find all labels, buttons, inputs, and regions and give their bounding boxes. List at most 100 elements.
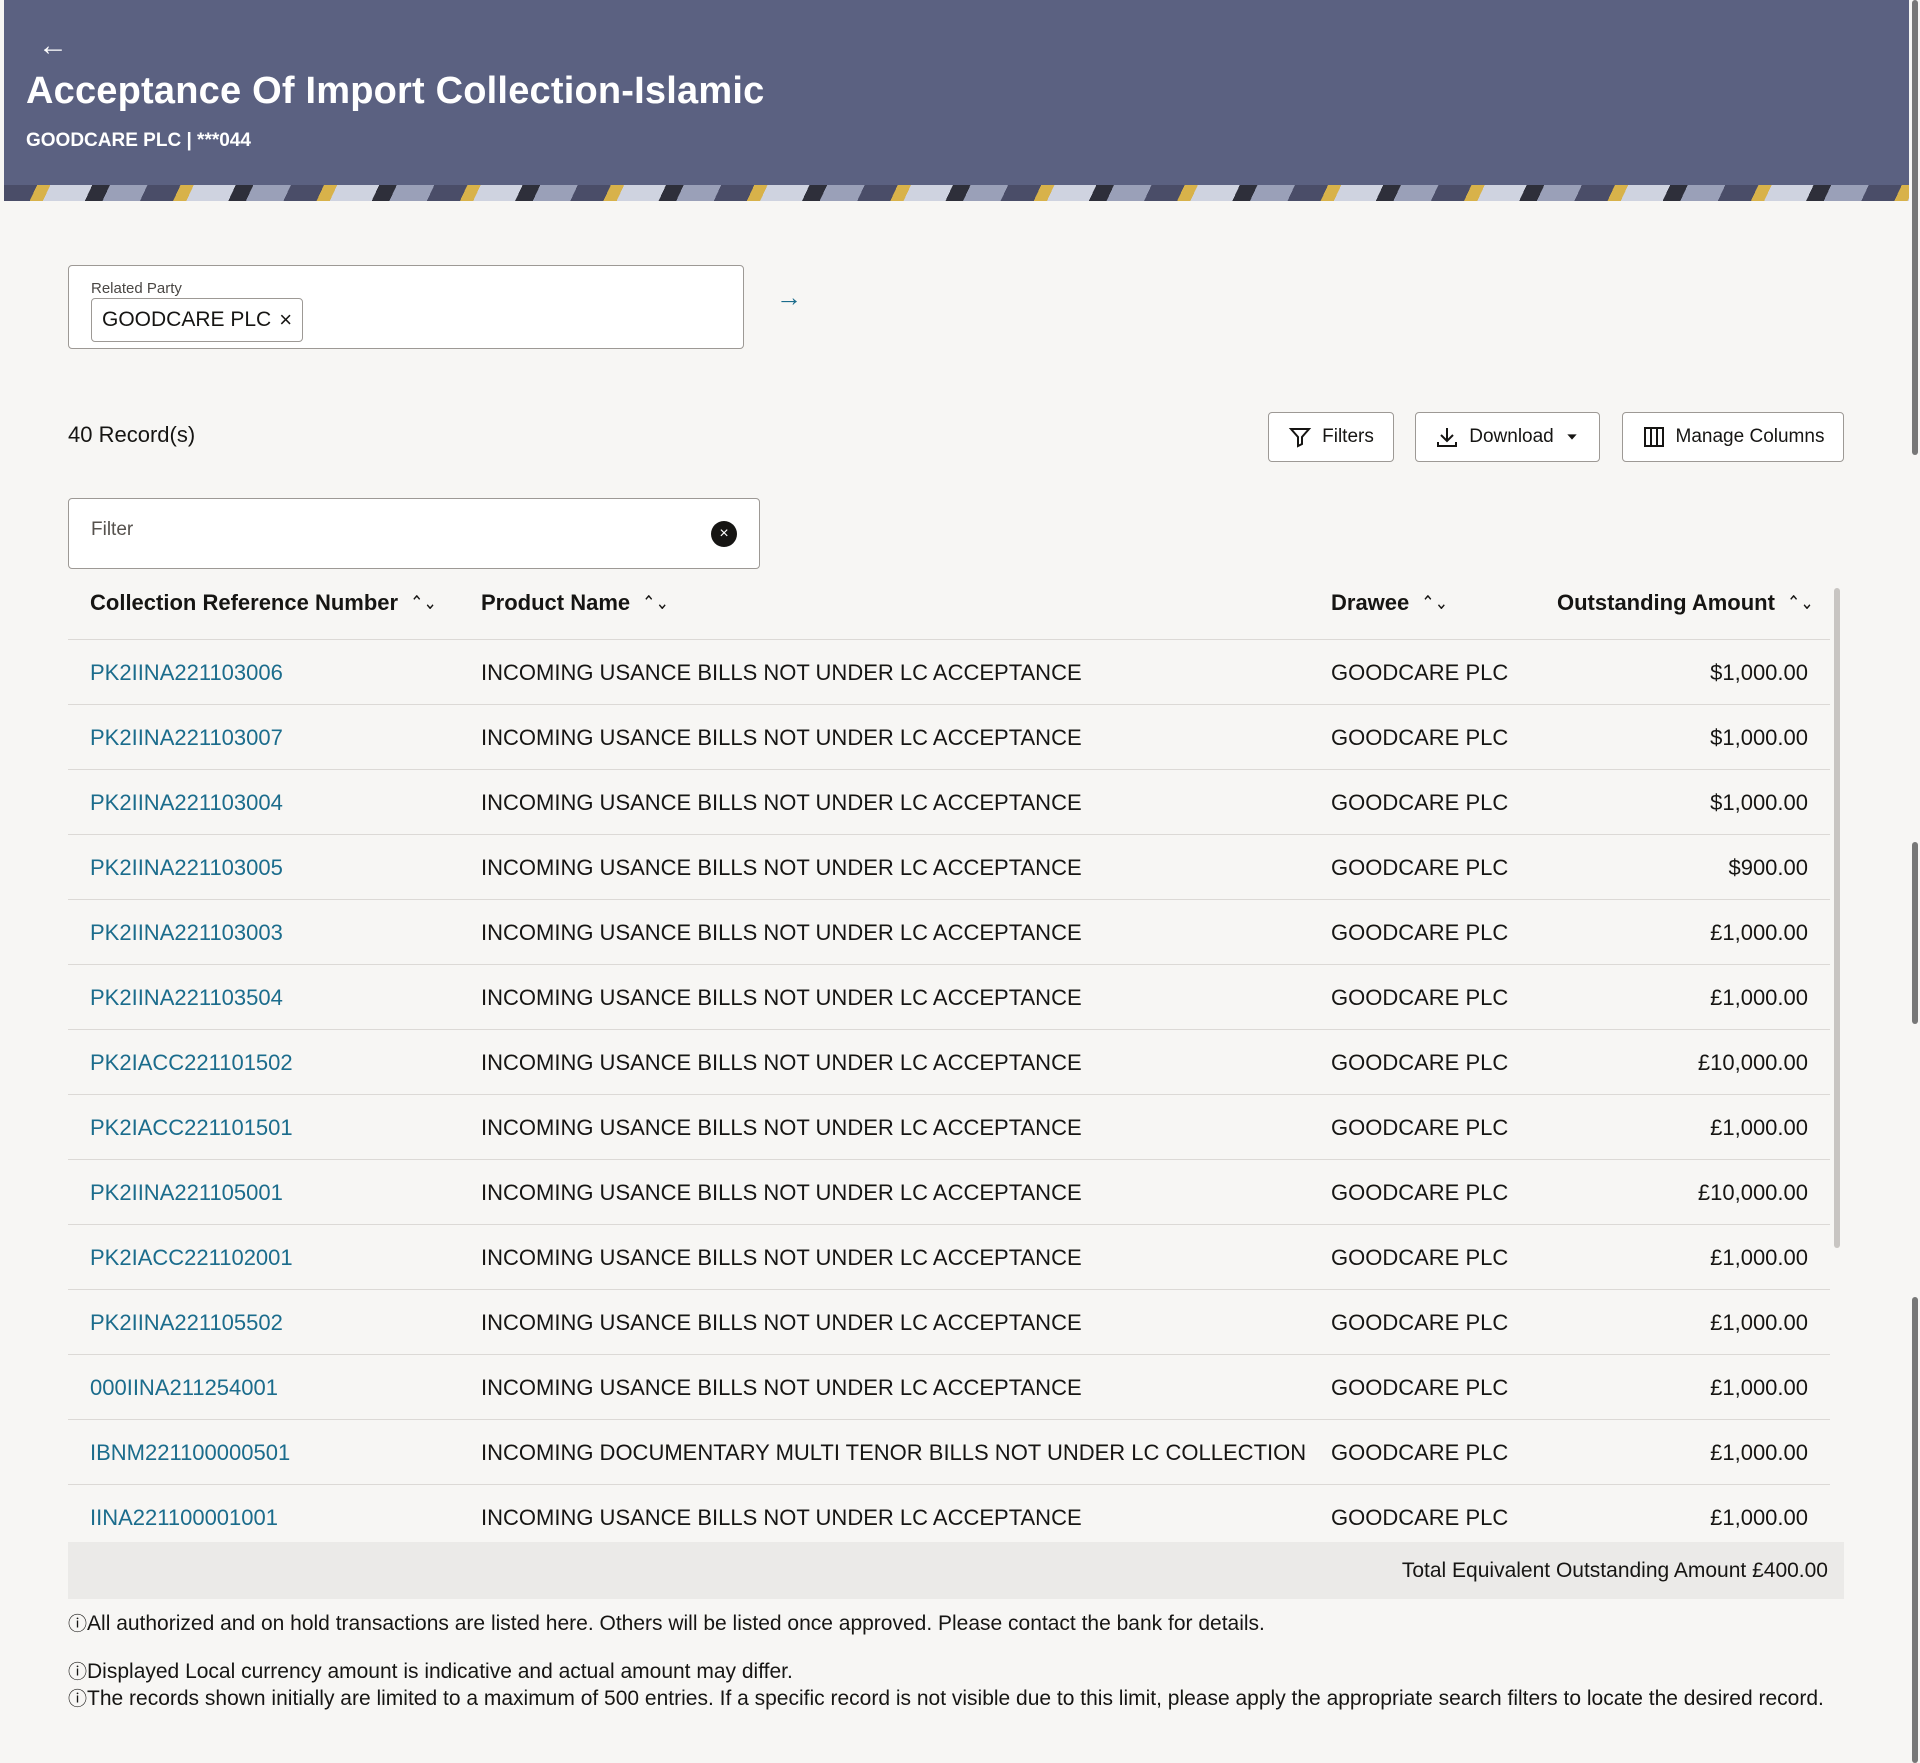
caret-down-icon <box>1567 434 1577 440</box>
amount-cell: £1,000.00 <box>1710 1310 1808 1335</box>
amount-cell: £10,000.00 <box>1697 1180 1808 1205</box>
table-row: PK2IINA221103005 INCOMING USANCE BILLS N… <box>68 835 1830 900</box>
reference-link[interactable]: PK2IINA221103005 <box>90 855 283 881</box>
amount-cell: $1,000.00 <box>1710 725 1808 750</box>
amount-cell: £10,000.00 <box>1697 1050 1808 1075</box>
arrow-right-icon[interactable]: → <box>776 282 802 313</box>
filters-button-label: Filters <box>1322 426 1374 447</box>
reference-link[interactable]: PK2IINA221103003 <box>90 920 283 946</box>
reference-link[interactable]: PK2IINA221103504 <box>90 985 283 1011</box>
reference-link[interactable]: PK2IACC221102001 <box>90 1245 293 1271</box>
table-row: PK2IINA221103003 INCOMING USANCE BILLS N… <box>68 900 1830 965</box>
page-subtitle: GOODCARE PLC | ***044 <box>26 130 251 151</box>
column-header-amount[interactable]: Outstanding Amount ⌃⌄ <box>1557 590 1814 616</box>
product-name-cell: INCOMING DOCUMENTARY MULTI TENOR BILLS N… <box>481 1440 1307 1465</box>
funnel-icon <box>1288 428 1312 448</box>
column-header-label: Drawee <box>1331 590 1410 615</box>
info-note: ⓘDisplayed Local currency amount is indi… <box>68 1658 1848 1686</box>
amount-cell: £1,000.00 <box>1710 1375 1808 1400</box>
download-icon <box>1437 428 1458 447</box>
close-icon[interactable]: × <box>279 307 292 333</box>
product-name-cell: INCOMING USANCE BILLS NOT UNDER LC ACCEP… <box>481 1050 1082 1075</box>
drawee-cell: GOODCARE PLC <box>1331 790 1509 815</box>
product-name-cell: INCOMING USANCE BILLS NOT UNDER LC ACCEP… <box>481 1310 1082 1335</box>
info-note-text: The records shown initially are limited … <box>87 1687 1824 1710</box>
reference-link[interactable]: PK2IINA221103004 <box>90 790 283 816</box>
table-scrollbar[interactable] <box>1832 570 1842 1536</box>
total-outstanding-amount: Total Equivalent Outstanding Amount £400… <box>1401 1559 1828 1582</box>
columns-icon <box>1643 427 1664 447</box>
reference-link[interactable]: PK2IINA221105001 <box>90 1180 283 1206</box>
column-header-drawee[interactable]: Drawee ⌃⌄ <box>1331 590 1448 616</box>
column-header-label: Collection Reference Number <box>90 590 399 615</box>
collections-table: Collection Reference Number ⌃⌄ Product N… <box>68 568 1830 1550</box>
amount-cell: $1,000.00 <box>1710 660 1808 685</box>
product-name-cell: INCOMING USANCE BILLS NOT UNDER LC ACCEP… <box>481 1180 1082 1205</box>
reference-link[interactable]: PK2IACC221101501 <box>90 1115 293 1141</box>
related-party-chip: GOODCARE PLC × <box>91 298 304 342</box>
page-title: Acceptance Of Import Collection-Islamic <box>26 70 765 112</box>
amount-cell: £1,000.00 <box>1710 985 1808 1010</box>
reference-link[interactable]: PK2IACC221101502 <box>90 1050 293 1076</box>
related-party-field[interactable]: Related Party GOODCARE PLC × <box>68 265 744 349</box>
back-arrow-icon[interactable]: ← <box>38 30 70 62</box>
reference-link[interactable]: PK2IINA221103007 <box>90 725 283 751</box>
amount-cell: $1,000.00 <box>1710 790 1808 815</box>
reference-link[interactable]: IINA221100001001 <box>90 1505 278 1531</box>
table-header: Collection Reference Number ⌃⌄ Product N… <box>68 568 1830 640</box>
page-scroll-segment[interactable] <box>1912 842 1918 1024</box>
reference-link[interactable]: 000IINA211254001 <box>90 1375 278 1401</box>
info-icon: ⓘ <box>68 1662 88 1683</box>
page-header: ← Acceptance Of Import Collection-Islami… <box>4 0 1909 185</box>
filter-field[interactable]: × <box>68 498 760 569</box>
product-name-cell: INCOMING USANCE BILLS NOT UNDER LC ACCEP… <box>481 660 1082 685</box>
page-scrollbar[interactable] <box>1910 0 1920 1763</box>
reference-link[interactable]: PK2IINA221105502 <box>90 1310 283 1336</box>
drawee-cell: GOODCARE PLC <box>1331 660 1509 685</box>
drawee-cell: GOODCARE PLC <box>1331 1115 1509 1140</box>
amount-cell: £1,000.00 <box>1710 1115 1808 1140</box>
reference-link[interactable]: PK2IINA221103006 <box>90 660 283 686</box>
table-scroll-thumb[interactable] <box>1834 588 1840 1248</box>
drawee-cell: GOODCARE PLC <box>1331 985 1509 1010</box>
table-row: IBNM221100000501 INCOMING DOCUMENTARY MU… <box>68 1420 1830 1485</box>
table-row: PK2IINA221103504 INCOMING USANCE BILLS N… <box>68 965 1830 1030</box>
table-row: PK2IINA221103007 INCOMING USANCE BILLS N… <box>68 705 1830 770</box>
product-name-cell: INCOMING USANCE BILLS NOT UNDER LC ACCEP… <box>481 725 1082 750</box>
page-scroll-segment[interactable] <box>1912 0 1918 455</box>
manage-columns-button-label: Manage Columns <box>1675 426 1825 447</box>
drawee-cell: GOODCARE PLC <box>1331 1245 1509 1270</box>
sort-icon[interactable]: ⌃⌄ <box>642 591 669 615</box>
drawee-cell: GOODCARE PLC <box>1331 1440 1509 1465</box>
drawee-cell: GOODCARE PLC <box>1331 1310 1509 1335</box>
info-icon: ⓘ <box>68 1614 88 1635</box>
filter-input[interactable] <box>91 519 651 541</box>
info-note-text: All authorized and on hold transactions … <box>87 1612 1265 1635</box>
page-scroll-segment[interactable] <box>1912 1297 1918 1763</box>
download-button[interactable]: Download <box>1415 412 1600 462</box>
product-name-cell: INCOMING USANCE BILLS NOT UNDER LC ACCEP… <box>481 985 1082 1010</box>
table-row: PK2IINA221105001 INCOMING USANCE BILLS N… <box>68 1160 1830 1225</box>
info-note: ⓘAll authorized and on hold transactions… <box>68 1610 1848 1638</box>
record-count: 40 Record(s) <box>68 422 196 447</box>
header-decorative-band <box>4 185 1909 201</box>
product-name-cell: INCOMING USANCE BILLS NOT UNDER LC ACCEP… <box>481 920 1082 945</box>
sort-icon[interactable]: ⌃⌄ <box>1421 591 1448 615</box>
manage-columns-button[interactable]: Manage Columns <box>1622 412 1844 462</box>
product-name-cell: INCOMING USANCE BILLS NOT UNDER LC ACCEP… <box>481 1245 1082 1270</box>
column-header-product[interactable]: Product Name ⌃⌄ <box>481 590 669 616</box>
info-icon: ⓘ <box>68 1689 88 1710</box>
reference-link[interactable]: IBNM221100000501 <box>90 1440 290 1466</box>
filters-button[interactable]: Filters <box>1268 412 1394 462</box>
related-party-label: Related Party <box>91 280 182 297</box>
column-header-label: Outstanding Amount <box>1557 590 1775 615</box>
drawee-cell: GOODCARE PLC <box>1331 920 1509 945</box>
drawee-cell: GOODCARE PLC <box>1331 1375 1509 1400</box>
sort-icon[interactable]: ⌃⌄ <box>1787 591 1814 615</box>
product-name-cell: INCOMING USANCE BILLS NOT UNDER LC ACCEP… <box>481 855 1082 880</box>
table-row: PK2IACC221101502 INCOMING USANCE BILLS N… <box>68 1030 1830 1095</box>
clear-icon[interactable]: × <box>711 521 737 547</box>
column-header-reference[interactable]: Collection Reference Number ⌃⌄ <box>90 590 437 616</box>
table-row: 000IINA211254001 INCOMING USANCE BILLS N… <box>68 1355 1830 1420</box>
sort-icon[interactable]: ⌃⌄ <box>410 591 437 615</box>
